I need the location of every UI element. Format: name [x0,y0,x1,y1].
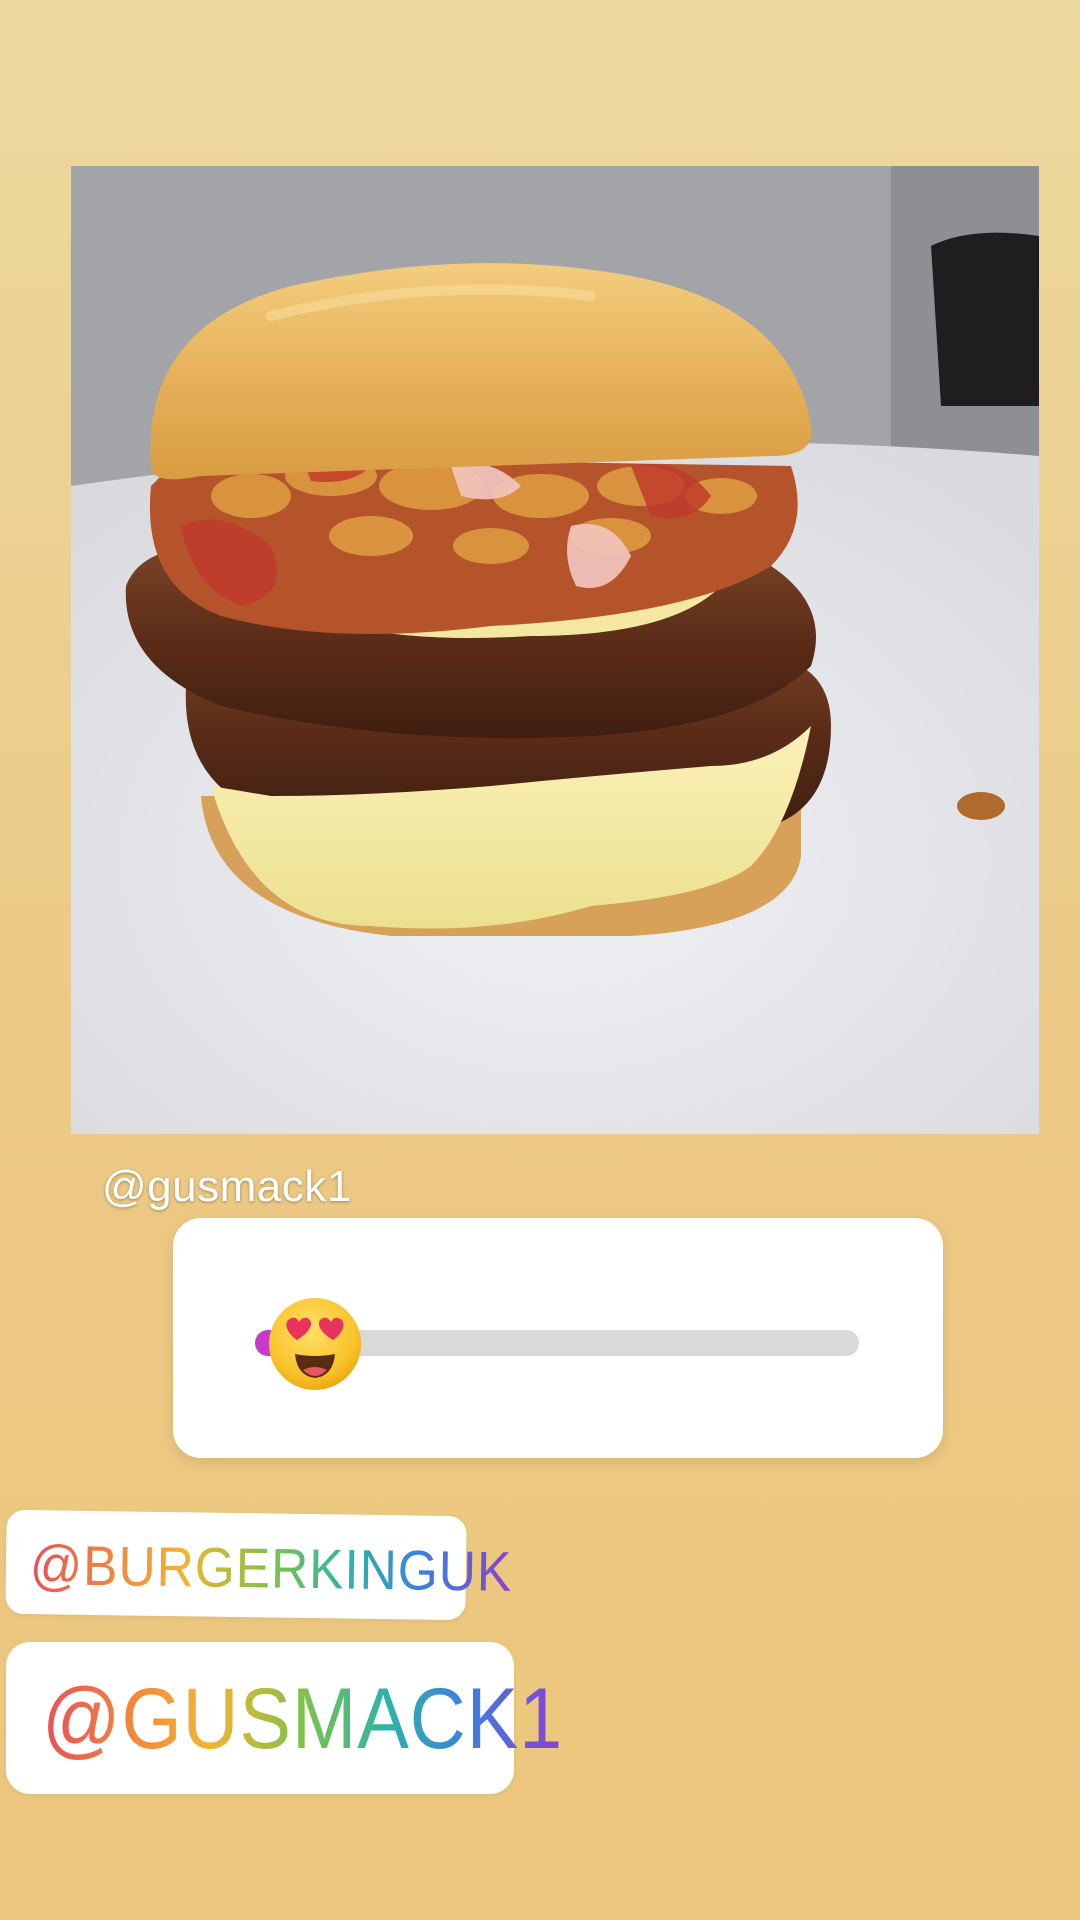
caption-mention[interactable]: @gusmack1 [102,1162,352,1212]
story-photo [71,166,1039,1134]
mention-sticker-label: @GUSMACK1 [42,1671,564,1767]
emoji-slider-sticker[interactable] [173,1218,943,1458]
heart-eyes-emoji-icon[interactable] [265,1294,365,1394]
mention-sticker-gusmack1[interactable]: @GUSMACK1 [6,1642,562,1794]
mention-sticker-label: @BURGERKINGUK [29,1533,513,1603]
mention-sticker-burgerkinguk[interactable]: @BURGERKINGUK [5,1509,513,1621]
